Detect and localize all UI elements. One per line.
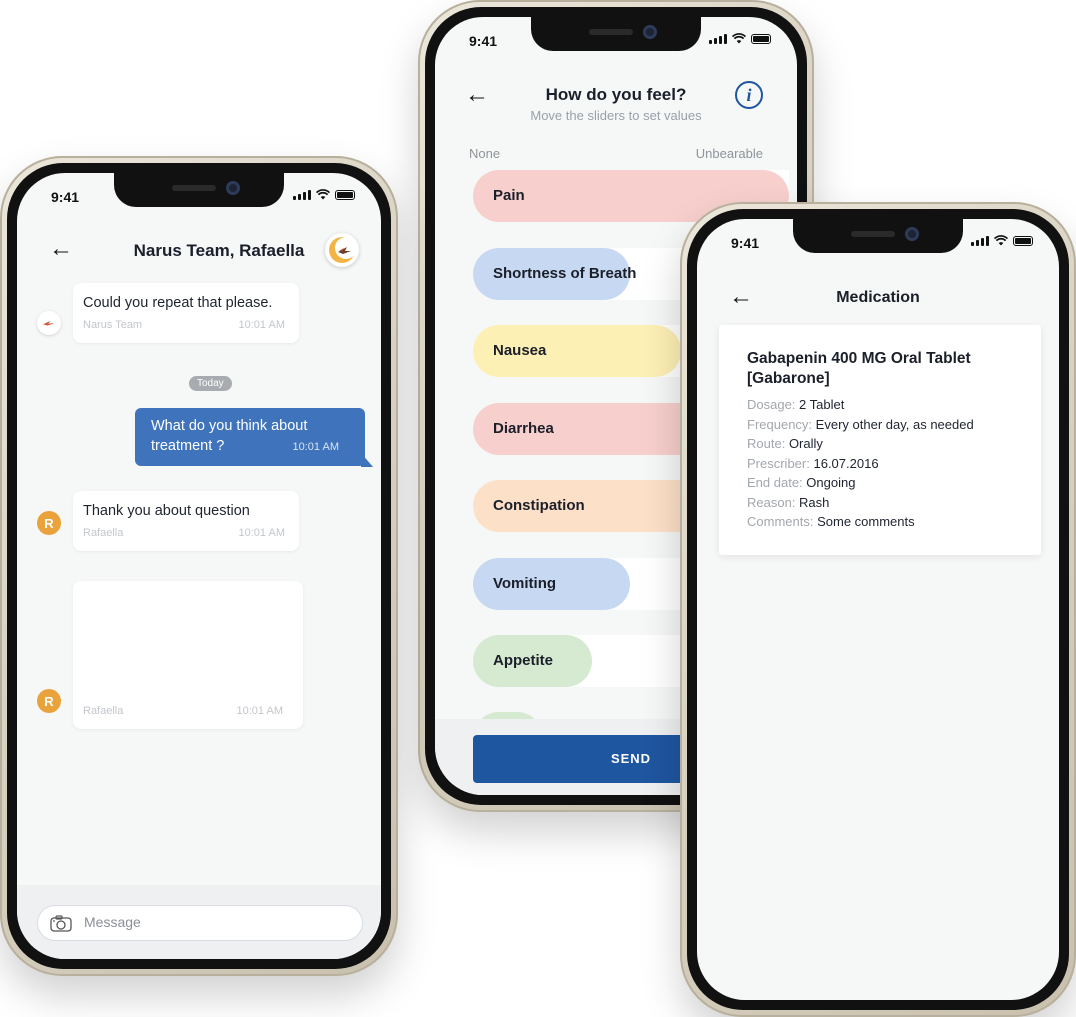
phone-bezel: 9:41 ← Narus Team, Rafaella Could you re… [7, 163, 391, 969]
bird-icon [43, 321, 55, 326]
media-message-bubble[interactable]: Rafaella 10:01 AM [73, 581, 303, 729]
status-icons [709, 33, 771, 44]
slider-label: Diarrhea [493, 419, 554, 437]
status-time: 9:41 [469, 33, 498, 49]
notch [793, 219, 963, 253]
camera [226, 181, 240, 195]
notch [114, 173, 284, 207]
page-title: Medication [836, 289, 920, 306]
phone-chat: 9:41 ← Narus Team, Rafaella Could you re… [0, 156, 398, 976]
message-sender: Rafaella [83, 705, 124, 717]
medication-field: End date: Ongoing [747, 473, 1037, 493]
slider-label: Constipation [493, 497, 585, 514]
slider-label: Appetite [493, 652, 553, 669]
message-text: What do you think about treatment ? [151, 418, 308, 454]
status-time: 9:41 [51, 189, 80, 205]
message-time: 10:01 AM [238, 319, 285, 331]
info-icon[interactable]: i [735, 81, 763, 109]
team-logo-icon[interactable] [325, 233, 359, 267]
message-meta: Rafaella 10:01 AM [83, 705, 283, 717]
user-avatar: R [37, 511, 61, 535]
field-label: Dosage: [747, 397, 796, 412]
field-label: Comments: [747, 514, 814, 529]
message-sender: Narus Team [83, 319, 143, 331]
status-icons [971, 235, 1033, 246]
notch [531, 17, 701, 51]
scale-min-label: None [469, 146, 501, 161]
medication-field: Route: Orally [747, 434, 1037, 454]
message-meta: Narus Team 10:01 AM [83, 319, 285, 331]
medication-field: Prescriber: 16.07.2016 [747, 454, 1037, 474]
page-subtitle: Move the sliders to set values [530, 108, 702, 123]
wifi-icon [316, 189, 330, 200]
field-value: Rash [799, 494, 830, 510]
speaker [172, 185, 216, 191]
signal-icon [709, 34, 727, 44]
field-label: Prescriber: [747, 455, 810, 471]
team-avatar [37, 311, 61, 335]
field-value: 2 Tablet [799, 397, 845, 412]
signal-icon [293, 190, 311, 200]
battery-icon [335, 190, 355, 200]
medication-field: Dosage: 2 Tablet [747, 395, 1037, 415]
medication-screen: 9:41 ← Medication Gabapenin 400 MG Oral … [697, 219, 1059, 1000]
message-time: 10:01 AM [236, 705, 283, 717]
message-text: Could you repeat that please. [83, 295, 273, 311]
speaker [589, 29, 633, 35]
medication-field: Reason: Rash [747, 493, 1037, 513]
message-text: Thank you about question [83, 503, 250, 519]
camera [905, 227, 919, 241]
slider-label: Nausea [493, 342, 547, 359]
field-value: Ongoing [806, 475, 856, 490]
medication-header: Medication [697, 289, 1059, 307]
field-label: Reason: [747, 494, 796, 510]
date-divider: Today [189, 376, 232, 391]
phone-bezel: 9:41 ← Medication Gabapenin 400 MG Oral … [687, 209, 1069, 1010]
wifi-icon [994, 235, 1008, 246]
signal-icon [971, 236, 989, 246]
status-icons [293, 189, 355, 200]
message-sender: Rafaella [83, 527, 124, 539]
battery-icon [751, 34, 771, 44]
camera [643, 25, 657, 39]
status-time: 9:41 [731, 235, 760, 251]
field-label: Frequency: [747, 416, 813, 432]
field-value: Some comments [817, 514, 915, 529]
scale-max-label: Unbearable [695, 146, 763, 161]
message-time: 10:01 AM [238, 527, 285, 539]
field-label: End date: [747, 475, 803, 490]
message-placeholder: Message [84, 914, 141, 930]
field-value: Every other day, as needed [815, 416, 974, 432]
slider-label: Shortness of Breath [493, 264, 637, 282]
message-input[interactable]: Message [37, 905, 363, 941]
speaker [851, 231, 895, 237]
medication-card[interactable]: Gabapenin 400 MG Oral Tablet [Gabarone] … [719, 325, 1041, 555]
medication-field: Comments: Some comments [747, 512, 1037, 532]
phone-medication: 9:41 ← Medication Gabapenin 400 MG Oral … [680, 202, 1076, 1017]
bubble-tail [361, 453, 373, 467]
message-bubble: Thank you about question Rafaella 10:01 … [73, 491, 299, 551]
drug-name: Gabapenin 400 MG Oral Tablet [Gabarone] [747, 350, 971, 387]
wifi-icon [732, 33, 746, 44]
message-time: 10:01 AM [292, 441, 339, 453]
slider-label: Vomiting [493, 574, 557, 592]
chat-screen: 9:41 ← Narus Team, Rafaella Could you re… [17, 173, 381, 959]
slider-label: Pain [493, 187, 525, 204]
moon-bird-icon [329, 237, 357, 263]
battery-icon [1013, 236, 1033, 246]
outgoing-message-bubble: What do you think about treatment ? 10:0… [135, 408, 365, 466]
user-avatar: R [37, 689, 61, 713]
camera-icon[interactable] [50, 915, 72, 932]
message-bubble: Could you repeat that please. Narus Team… [73, 283, 299, 343]
medication-field: Frequency: Every other day, as needed [747, 415, 1037, 435]
field-value: 16.07.2016 [813, 455, 879, 471]
field-label: Route: [747, 436, 786, 451]
field-value: Orally [788, 436, 823, 451]
message-meta: Rafaella 10:01 AM [83, 527, 285, 539]
medication-details: Dosage: 2 Tablet Frequency: Every other d… [747, 395, 1037, 532]
